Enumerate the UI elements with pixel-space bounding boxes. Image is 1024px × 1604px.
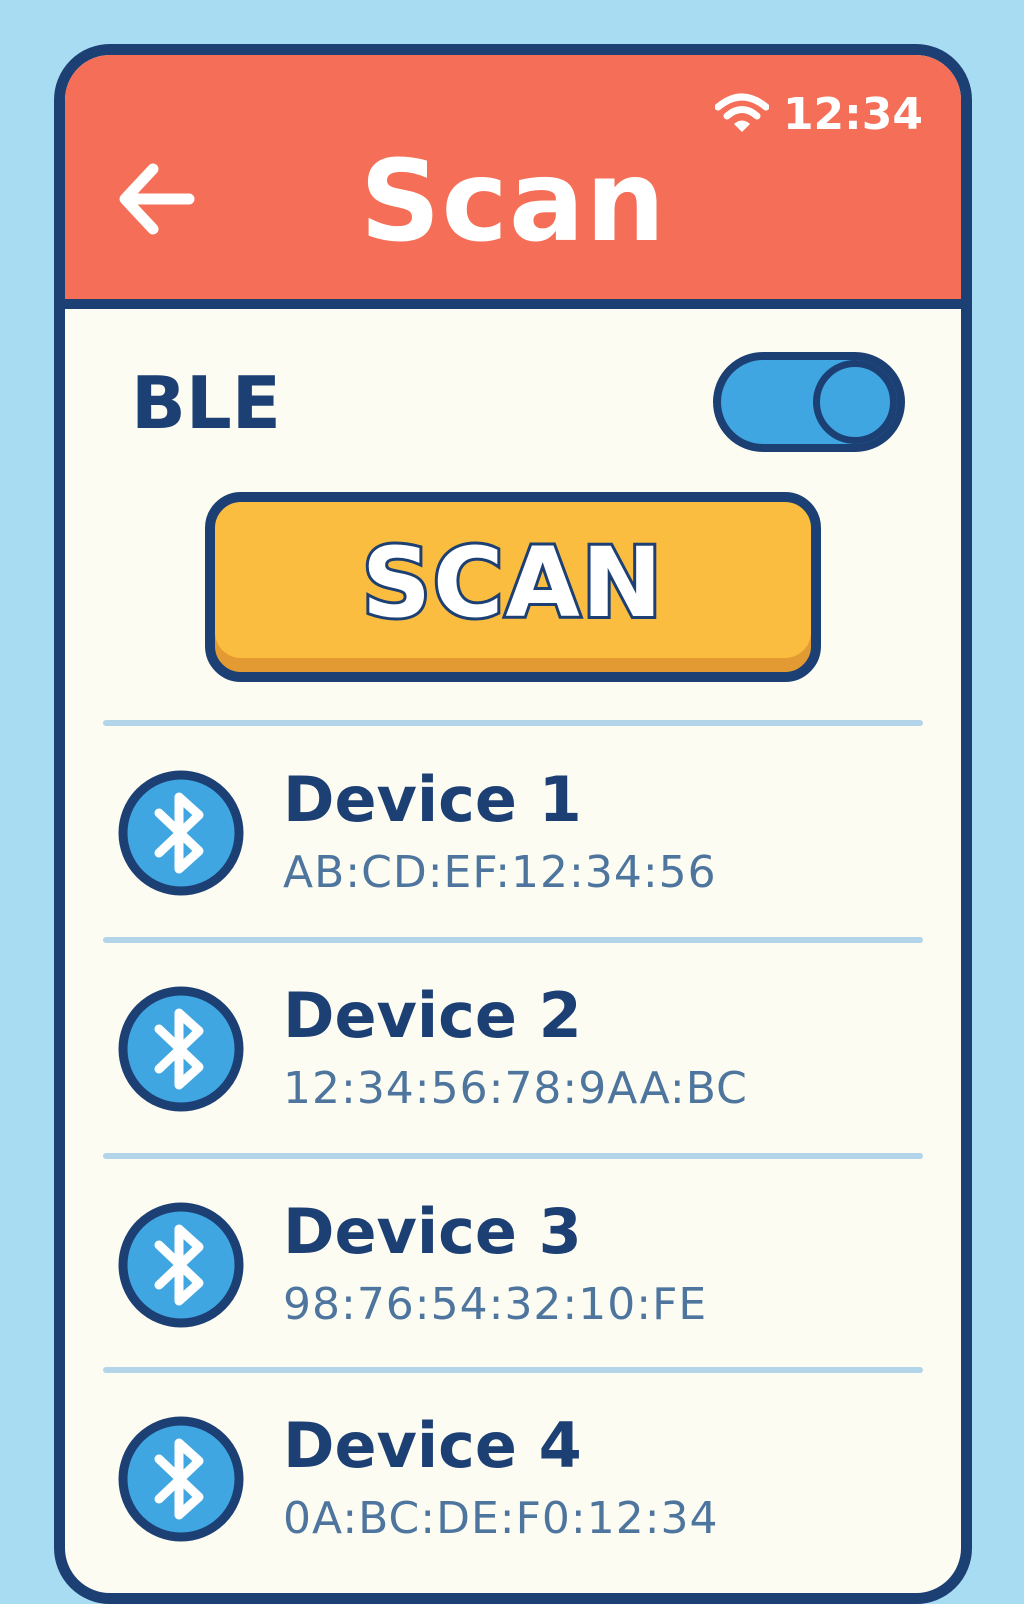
ble-label: BLE <box>131 361 281 445</box>
divider <box>103 720 923 726</box>
page-title: Scan <box>359 137 667 267</box>
device-name: Device 2 <box>283 979 582 1052</box>
bluetooth-icon <box>118 770 244 896</box>
bluetooth-icon <box>118 1202 244 1328</box>
device-mac: 12:34:56:78:9AA:BC <box>283 1063 748 1114</box>
scan-button-label: SCAN <box>359 524 665 642</box>
ble-toggle[interactable] <box>713 352 905 452</box>
device-list-item[interactable]: Device 1 AB:CD:EF:12:34:56 <box>117 769 917 919</box>
app-header: 12:34 Scan <box>65 55 961 309</box>
bluetooth-icon <box>118 1416 244 1542</box>
device-name: Device 4 <box>283 1409 582 1482</box>
phone-frame: 12:34 Scan BLE SCAN Device 1 AB:CD:EF:12… <box>54 44 972 1604</box>
divider <box>103 1367 923 1373</box>
device-mac: 98:76:54:32:10:FE <box>283 1279 708 1330</box>
device-list-item[interactable]: Device 3 98:76:54:32:10:FE <box>117 1201 917 1351</box>
device-name: Device 3 <box>283 1195 582 1268</box>
divider <box>103 937 923 943</box>
device-mac: 0A:BC:DE:F0:12:34 <box>283 1493 719 1544</box>
device-mac: AB:CD:EF:12:34:56 <box>283 847 717 898</box>
device-name: Device 1 <box>283 763 582 836</box>
device-list-item[interactable]: Device 2 12:34:56:78:9AA:BC <box>117 985 917 1135</box>
status-time: 12:34 <box>782 89 923 140</box>
status-bar: 12:34 <box>714 89 923 140</box>
bluetooth-icon <box>118 986 244 1112</box>
divider <box>103 1153 923 1159</box>
wifi-icon <box>714 93 770 137</box>
toggle-knob <box>813 360 897 444</box>
device-list-item[interactable]: Device 4 0A:BC:DE:F0:12:34 <box>117 1415 917 1565</box>
scan-button[interactable]: SCAN <box>205 492 821 682</box>
